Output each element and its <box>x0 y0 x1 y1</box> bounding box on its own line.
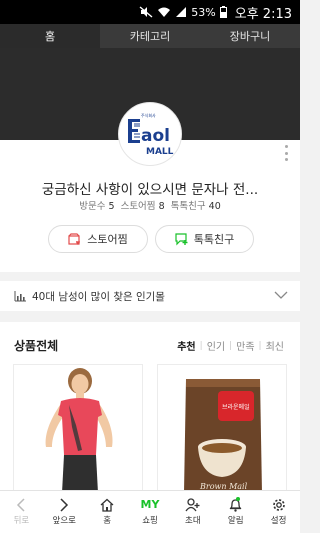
sort-latest[interactable]: 최신 <box>262 338 288 353</box>
talk-friend-button[interactable]: 톡톡친구 <box>155 225 254 253</box>
my-shopping-icon: MY <box>140 498 160 511</box>
mute-icon <box>139 6 153 18</box>
tab-home[interactable]: 홈 <box>0 24 100 48</box>
popular-store-bar[interactable]: 40대 남성이 많이 찾은 인기몰 <box>0 281 300 311</box>
store-heart-icon <box>68 232 81 245</box>
nav-back[interactable]: 뒤로 <box>0 491 43 533</box>
popular-label: 40대 남성이 많이 찾은 인기몰 <box>32 290 165 303</box>
products-title: 상품전체 <box>14 339 59 353</box>
status-bar: 53% 오후 2:13 <box>0 0 300 24</box>
nav-invite[interactable]: 초대 <box>171 491 214 533</box>
forward-icon <box>60 498 69 512</box>
sort-popular[interactable]: 인기 <box>203 338 229 353</box>
svg-text:브라운메일: 브라운메일 <box>222 403 250 411</box>
store-logo[interactable]: 주식회사 aol MALL <box>118 102 182 166</box>
sort-options: 추천 | 인기 | 만족 | 최신 <box>173 338 288 354</box>
svg-text:aol: aol <box>141 126 170 146</box>
nav-forward[interactable]: 앞으로 <box>43 491 86 533</box>
back-icon <box>17 498 25 512</box>
top-tabs: 홈 카테고리 장바구니 <box>0 24 300 48</box>
home-icon <box>100 498 114 512</box>
svg-text:주식회사: 주식회사 <box>141 112 156 118</box>
nav-alerts[interactable]: 알림 <box>214 491 257 533</box>
bottom-nav: 뒤로 앞으로 홈 MY 쇼핑 초대 알림 설정 <box>0 490 300 533</box>
battery-icon <box>219 6 227 18</box>
nav-my-shopping[interactable]: MY 쇼핑 <box>129 491 172 533</box>
invite-icon <box>185 498 200 512</box>
clock: 오후 2:13 <box>234 6 292 22</box>
store-stats: 방문수 5 스토어찜 8 톡톡친구 40 <box>79 201 221 212</box>
svg-text:MALL: MALL <box>146 147 174 157</box>
tab-category[interactable]: 카테고리 <box>100 24 200 48</box>
sort-recommended[interactable]: 추천 <box>173 338 199 353</box>
store-title: 궁금하신 사항이 있으시면 문자나 전... <box>41 182 259 198</box>
product-card[interactable] <box>13 364 143 492</box>
battery-percent: 53% <box>191 5 216 19</box>
signal-icon <box>175 6 187 18</box>
more-options-icon[interactable] <box>284 145 288 161</box>
product-image <box>45 368 113 491</box>
product-card[interactable]: 브라운메일 Brown Mail <box>157 364 287 492</box>
product-image: 브라운메일 Brown Mail <box>184 379 262 491</box>
sort-satisfaction[interactable]: 만족 <box>232 338 258 353</box>
nav-settings[interactable]: 설정 <box>257 491 300 533</box>
chevron-down-icon[interactable] <box>274 290 288 300</box>
nav-home[interactable]: 홈 <box>86 491 129 533</box>
bar-chart-icon <box>14 290 26 301</box>
wifi-icon <box>157 6 171 18</box>
tab-cart[interactable]: 장바구니 <box>200 24 300 48</box>
gear-icon <box>272 499 285 511</box>
store-fav-button[interactable]: 스토어찜 <box>48 225 148 253</box>
chat-plus-icon <box>175 232 188 245</box>
